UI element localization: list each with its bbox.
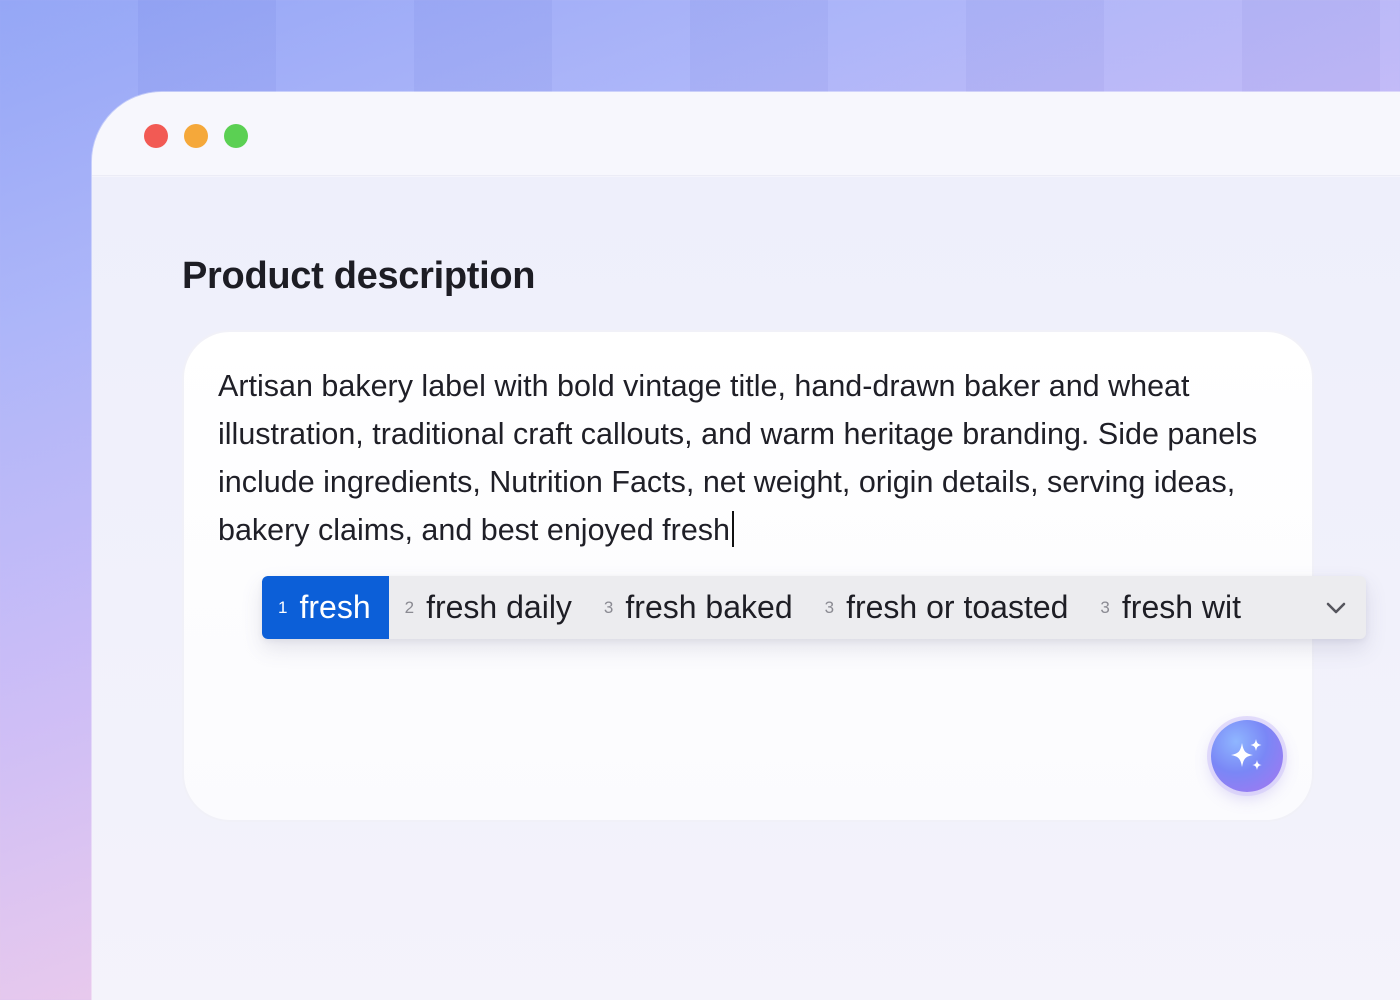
- suggestion-number: 1: [278, 597, 288, 617]
- minimize-window-button[interactable]: [184, 124, 208, 148]
- suggestion-number: 2: [404, 597, 415, 617]
- suggestion-number: 3: [1100, 597, 1110, 617]
- suggestion-item-5[interactable]: 3 fresh wit: [1084, 576, 1257, 639]
- suggestion-item-2[interactable]: 2 fresh daily: [389, 576, 588, 639]
- description-text-area[interactable]: Artisan bakery label with bold vintage t…: [218, 362, 1278, 554]
- suggestion-number: 3: [824, 597, 835, 617]
- suggestion-item-3[interactable]: 3 fresh baked: [588, 576, 809, 639]
- chevron-down-icon: [1326, 602, 1346, 613]
- suggestion-label: fresh wit: [1121, 589, 1242, 625]
- close-window-button[interactable]: [144, 124, 168, 148]
- suggestion-item-4[interactable]: 3 fresh or toasted: [809, 576, 1085, 639]
- expand-suggestions-button[interactable]: [1306, 576, 1366, 639]
- autocomplete-suggestion-bar: 1 fresh 2 fresh daily 3 fresh baked 3 fr…: [262, 576, 1366, 639]
- page-title: Product description: [182, 255, 536, 297]
- suggestion-label: fresh: [299, 589, 371, 625]
- suggestion-label: fresh baked: [625, 589, 793, 625]
- suggestion-label: fresh daily: [426, 589, 572, 625]
- ai-sparkle-button[interactable]: [1211, 720, 1283, 792]
- title-bar: [92, 92, 1400, 176]
- suggestion-item-1[interactable]: 1 fresh: [262, 576, 389, 639]
- description-text: Artisan bakery label with bold vintage t…: [218, 369, 1258, 547]
- suggestion-label: fresh or toasted: [846, 589, 1069, 625]
- app-window: Product description Artisan bakery label…: [92, 92, 1400, 1000]
- text-caret: [732, 511, 734, 547]
- suggestion-number: 3: [603, 597, 614, 617]
- zoom-window-button[interactable]: [224, 124, 248, 148]
- sparkles-icon: [1231, 739, 1262, 770]
